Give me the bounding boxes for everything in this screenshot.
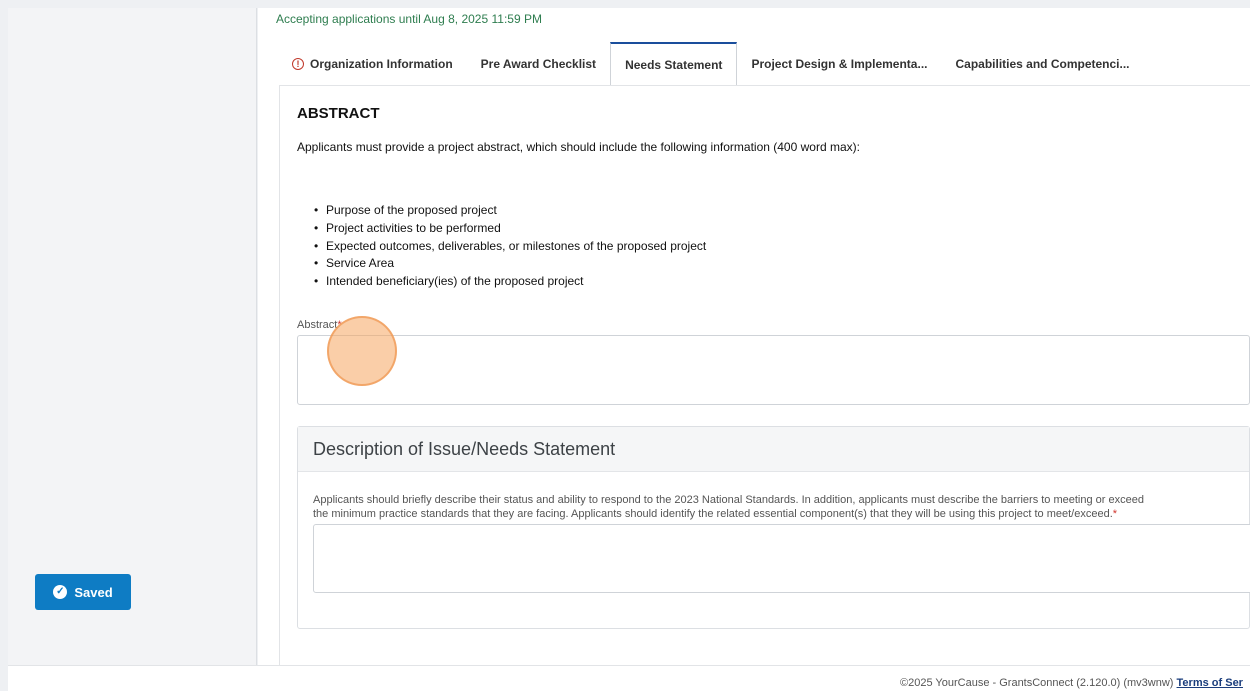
list-item: Purpose of the proposed project: [312, 202, 706, 220]
warning-circle-icon: !: [292, 58, 304, 70]
needs-statement-description: Applicants should briefly describe their…: [313, 493, 1250, 521]
footer-copyright: ©2025 YourCause - GrantsConnect (2.120.0…: [900, 677, 1174, 689]
saved-button-label: Saved: [74, 584, 113, 600]
abstract-label-text: Abstract: [297, 319, 338, 331]
required-marker: *: [1112, 508, 1118, 520]
tab-label: Project Design & Implementa...: [751, 57, 928, 71]
tab-organization-information[interactable]: ! Organization Information: [278, 42, 467, 86]
abstract-heading: ABSTRACT: [297, 105, 380, 122]
check-circle-icon: ✓: [53, 585, 68, 599]
app-frame: ✓ Saved Accepting applications until Aug…: [0, 0, 1250, 691]
list-item: Intended beneficiary(ies) of the propose…: [312, 273, 706, 291]
abstract-requirements-list: Purpose of the proposed project Project …: [312, 202, 706, 291]
click-indicator: [327, 316, 397, 386]
abstract-textarea[interactable]: [297, 335, 1250, 405]
needs-description-line-2: the minimum practice standards that they…: [313, 507, 1250, 521]
tab-label: Needs Statement: [625, 57, 723, 72]
tab-project-design[interactable]: Project Design & Implementa...: [737, 42, 941, 86]
needs-description-text: the minimum practice standards that they…: [313, 508, 1113, 520]
tab-label: Organization Information: [310, 57, 453, 71]
tab-pre-award-checklist[interactable]: Pre Award Checklist: [467, 42, 610, 86]
left-panel: [8, 8, 257, 665]
needs-statement-textarea[interactable]: [313, 524, 1250, 593]
saved-button[interactable]: ✓ Saved: [35, 574, 131, 610]
abstract-instructions: Applicants must provide a project abstra…: [297, 140, 860, 154]
needs-description-line: Applicants should briefly describe their…: [313, 494, 1144, 506]
terms-of-service-link[interactable]: Terms of Ser: [1177, 677, 1243, 689]
list-item: Project activities to be performed: [312, 220, 706, 238]
list-item: Expected outcomes, deliverables, or mile…: [312, 238, 706, 256]
application-deadline: Accepting applications until Aug 8, 2025…: [276, 12, 542, 26]
list-item: Service Area: [312, 255, 706, 273]
section-tabs: ! Organization Information Pre Award Che…: [278, 42, 1144, 86]
tab-label: Pre Award Checklist: [480, 57, 597, 71]
needs-statement-title: Description of Issue/Needs Statement: [298, 427, 1249, 472]
needs-statement-card: Description of Issue/Needs Statement App…: [297, 426, 1250, 629]
tab-capabilities[interactable]: Capabilities and Competenci...: [941, 42, 1143, 86]
tab-label: Capabilities and Competenci...: [955, 57, 1130, 71]
footer-text: ©2025 YourCause - GrantsConnect (2.120.0…: [900, 677, 1243, 689]
tab-needs-statement[interactable]: Needs Statement: [610, 42, 738, 86]
